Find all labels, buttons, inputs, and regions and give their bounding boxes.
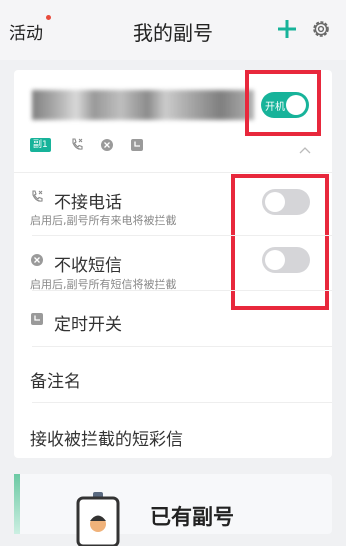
block-sms-title: 不收短信	[54, 256, 122, 276]
power-toggle[interactable]: 开机	[261, 92, 309, 118]
divider	[14, 172, 332, 173]
divider	[32, 235, 332, 236]
decorative-stripe	[14, 474, 20, 534]
top-bar: 活动 我的副号	[0, 0, 346, 60]
block-calls-title: 不接电话	[54, 193, 122, 213]
power-toggle-label: 开机	[265, 102, 285, 113]
call-blocked-status-icon	[72, 138, 83, 150]
secondary-number-card: 开机 副1 不接电话 启用后,副号所有来电将被拦截 不收短信 启用后,副号所有短…	[14, 70, 332, 458]
schedule-switch-item[interactable]: 定时开关	[54, 310, 122, 335]
schedule-status-icon	[131, 139, 143, 151]
divider	[32, 402, 332, 403]
existing-number-title: 已有副号	[150, 505, 234, 529]
block-calls-toggle[interactable]	[262, 189, 310, 215]
sms-blocked-status-icon	[101, 139, 113, 151]
toggle-knob	[265, 250, 285, 270]
phone-number-redacted	[32, 90, 254, 120]
add-icon[interactable]	[276, 18, 298, 40]
chevron-up-icon[interactable]	[298, 144, 312, 158]
sms-blocked-icon	[31, 254, 43, 266]
block-calls-description: 启用后,副号所有来电将被拦截	[30, 214, 177, 227]
blocked-messages-item[interactable]: 接收被拦截的短彩信	[30, 425, 183, 450]
divider	[32, 346, 332, 347]
toggle-knob	[265, 192, 285, 212]
id-badge-icon	[76, 492, 120, 546]
secondary-number-badge: 副1	[30, 138, 51, 152]
divider	[32, 290, 332, 291]
existing-number-card[interactable]: 已有副号	[14, 474, 332, 546]
toggle-knob	[286, 95, 306, 115]
remark-name-item[interactable]: 备注名	[30, 367, 81, 392]
clock-icon	[31, 313, 43, 325]
block-sms-toggle[interactable]	[262, 247, 310, 273]
gear-icon[interactable]	[310, 18, 332, 40]
phone-blocked-icon	[32, 190, 43, 202]
